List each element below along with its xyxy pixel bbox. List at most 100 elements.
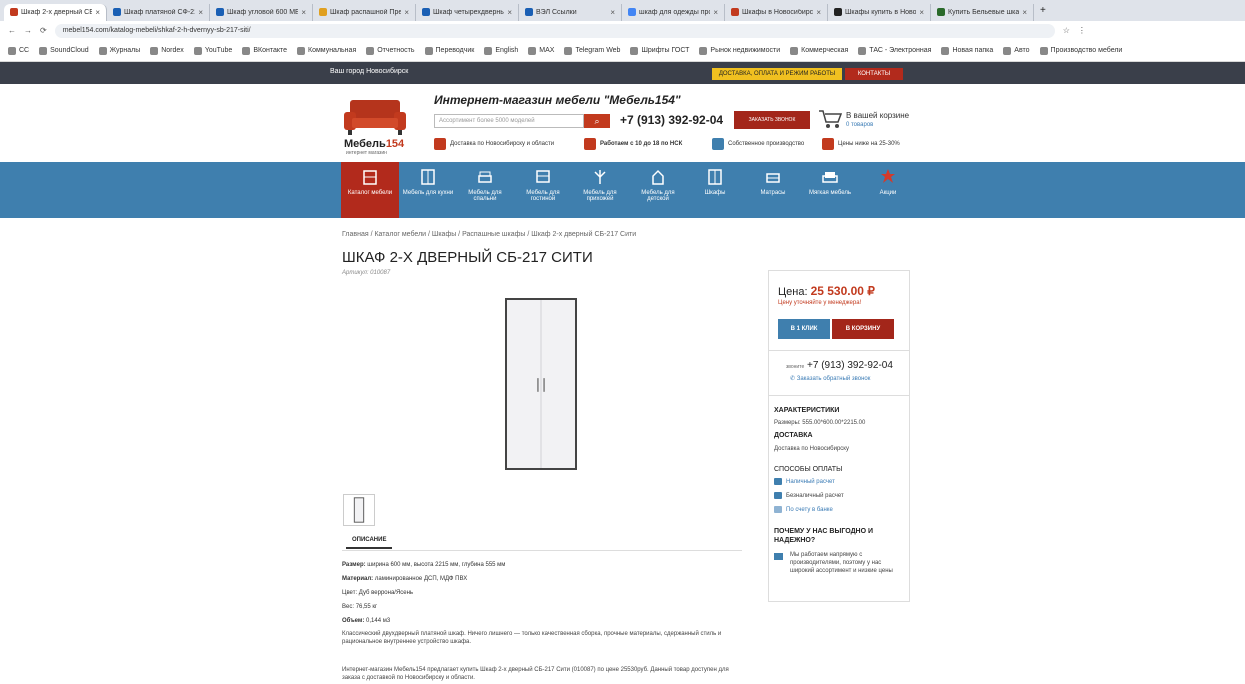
browser-tab[interactable]: ВЭЛ Ссылки × xyxy=(519,3,622,21)
bookmark-item[interactable]: Коммунальная xyxy=(297,46,356,55)
browser-tab[interactable]: Шкафы в Новосибирске куп× xyxy=(725,3,828,21)
price: Цена: 25 530.00 ₽ xyxy=(778,284,875,298)
back-icon[interactable]: ← xyxy=(8,26,16,35)
close-tab-icon[interactable]: × xyxy=(507,8,512,17)
payment-invoice: По счету в банке xyxy=(774,506,833,513)
nav-item[interactable]: Мебель для кухни xyxy=(399,162,457,218)
browser-tab[interactable]: Купить Бельевые шкафы× xyxy=(931,3,1034,21)
search-input[interactable]: Ассортимент более 5000 моделей xyxy=(434,114,584,128)
browser-tab[interactable]: Шкаф 2-х дверный СБ-217 С× xyxy=(4,3,107,21)
close-tab-icon[interactable]: × xyxy=(1022,8,1027,17)
price-label: Цена: xyxy=(778,286,808,298)
tab-description[interactable]: ОПИСАНИЕ xyxy=(346,537,393,549)
nav-item[interactable]: Мебель для детской xyxy=(629,162,687,218)
tab-label: шкаф для одежды пройти xyxy=(639,8,710,16)
close-tab-icon[interactable]: × xyxy=(919,8,924,17)
bookmark-item[interactable]: Авто xyxy=(1003,46,1030,55)
browser-tab[interactable]: Шкаф платяной СФ-218 купи× xyxy=(107,3,210,21)
price-icon xyxy=(822,138,834,150)
nav-item[interactable]: Акции xyxy=(859,162,917,218)
one-click-button[interactable]: В 1 КЛИК xyxy=(778,319,830,339)
bookmark-item[interactable]: Рынок недвижимости xyxy=(699,46,780,55)
browser-tab[interactable]: шкаф для одежды пройти× xyxy=(622,3,725,21)
url-field[interactable]: mebel154.com/katalog-mebeli/shkaf-2-h-dv… xyxy=(54,23,1055,38)
bookmark-item[interactable]: Telegram Web xyxy=(564,46,620,55)
hanger-icon xyxy=(594,170,606,184)
bookmark-item[interactable]: ТАС - Электронная xyxy=(858,46,931,55)
sofa-logo-icon[interactable] xyxy=(342,98,408,136)
bookmark-item[interactable]: ВКонтакте xyxy=(242,46,287,55)
wardrobe-image[interactable] xyxy=(505,298,577,470)
bookmark-item[interactable]: English xyxy=(484,46,518,55)
delivery-button[interactable]: ДОСТАВКА, ОПЛАТА И РЕЖИМ РАБОТЫ xyxy=(712,68,842,80)
bookmark-item[interactable]: Отчетность xyxy=(366,46,415,55)
payment-cash: Наличный расчет xyxy=(774,478,835,485)
search-icon[interactable]: ⌕ xyxy=(584,114,610,128)
bookmark-item[interactable]: Новая папка xyxy=(941,46,993,55)
close-tab-icon[interactable]: × xyxy=(301,8,306,17)
reload-icon[interactable]: ⟳ xyxy=(40,26,47,35)
folder-icon xyxy=(297,46,306,55)
cart-icon[interactable] xyxy=(818,108,842,130)
panel-callback-link[interactable]: ✆ Заказать обратный звонок xyxy=(790,375,870,382)
nav-item[interactable]: Мебель для прихожей xyxy=(571,162,629,218)
bookmark-item[interactable]: Переводчик xyxy=(424,46,474,55)
extensions-icon[interactable]: ⋮ xyxy=(1078,26,1086,35)
spec-material: Материал: ламинированное ДСП, МДФ ПВХ xyxy=(342,576,467,582)
close-tab-icon[interactable]: × xyxy=(404,8,409,17)
bookmark-item[interactable]: Шрифты ГОСТ xyxy=(630,46,689,55)
bookmark-item[interactable]: Nordex xyxy=(150,46,184,55)
cart-label[interactable]: В вашей корзине xyxy=(846,111,909,120)
bookmark-item[interactable]: Журналы xyxy=(98,46,140,55)
folder-icon xyxy=(630,46,639,55)
browser-tab[interactable]: Шкаф четырехдверный 2 дв× xyxy=(416,3,519,21)
contacts-button[interactable]: КОНТАКТЫ xyxy=(845,68,903,80)
bookmark-item[interactable]: Коммерческая xyxy=(790,46,848,55)
breadcrumb[interactable]: Главная / Каталог мебели / Шкафы / Распа… xyxy=(342,231,636,238)
browser-tab[interactable]: Шкафы купить в Новосиб× xyxy=(828,3,931,21)
close-tab-icon[interactable]: × xyxy=(198,8,203,17)
tab-label: Купить Бельевые шкафы xyxy=(948,8,1020,16)
product-thumbnail[interactable] xyxy=(343,494,375,526)
close-tab-icon[interactable]: × xyxy=(95,8,100,17)
nav-item[interactable]: Шкафы xyxy=(686,162,744,218)
city-selector[interactable]: Ваш город Новосибирск xyxy=(330,68,408,75)
logo-text[interactable]: Мебель154 xyxy=(344,138,404,150)
bookmark-item[interactable]: YouTube xyxy=(193,46,232,55)
nav-label: Шкафы xyxy=(704,190,726,196)
bookmark-item[interactable]: CC xyxy=(8,46,29,55)
panel-phone[interactable]: звоните +7 (913) 392-92-04 xyxy=(786,360,893,371)
nav-item[interactable]: Матрасы xyxy=(744,162,802,218)
nav-item[interactable]: Каталог мебели xyxy=(341,162,399,218)
star-icon[interactable]: ☆ xyxy=(1063,26,1070,35)
bookmark-item[interactable]: SoundCloud xyxy=(39,46,89,55)
nav-item[interactable]: Мебель для спальни xyxy=(456,162,514,218)
nav-item[interactable]: Мягкая мебель xyxy=(801,162,859,218)
close-tab-icon[interactable]: × xyxy=(816,8,821,17)
header-phone[interactable]: +7 (913) 392-92-04 xyxy=(620,113,723,127)
mattress-icon xyxy=(766,173,780,183)
forward-icon[interactable]: → xyxy=(24,26,32,35)
callback-button[interactable]: ЗАКАЗАТЬ ЗВОНОК xyxy=(734,111,810,129)
callback-text: Заказать обратный звонок xyxy=(796,376,871,382)
nav-item[interactable]: Мебель для гостиной xyxy=(514,162,572,218)
close-tab-icon[interactable]: × xyxy=(713,8,718,17)
bookmark-item[interactable]: МАХ xyxy=(528,46,554,55)
close-tab-icon[interactable]: × xyxy=(610,8,615,17)
spec-value: ламинированное ДСП, МДФ ПВХ xyxy=(374,576,468,582)
clock-icon xyxy=(584,138,596,150)
new-tab-icon[interactable]: + xyxy=(1040,5,1046,16)
characteristics-text: Размеры: 555.00*600.00*2215.00 xyxy=(774,420,866,426)
spec-color: Цвет: Дуб веррона/Ясень xyxy=(342,590,413,596)
add-to-cart-button[interactable]: В КОРЗИНУ xyxy=(832,319,894,339)
article-number: Артикул: 010087 xyxy=(342,270,391,276)
favicon-icon xyxy=(731,8,739,16)
bookmark-item[interactable]: Производство мебели xyxy=(1039,46,1122,55)
spec-key: Объем: xyxy=(342,618,365,624)
payment-heading: СПОСОБЫ ОПЛАТЫ xyxy=(774,466,843,473)
browser-tab[interactable]: Шкаф угловой 600 МБ Степ× xyxy=(210,3,313,21)
browser-tab[interactable]: Шкаф распашной Престиж× xyxy=(313,3,416,21)
feature-text: Доставка по Новосибирску и области xyxy=(450,141,555,147)
cart-count[interactable]: 0 товаров xyxy=(846,122,873,128)
feature-text: Цены ниже на 25-30% xyxy=(838,141,900,147)
